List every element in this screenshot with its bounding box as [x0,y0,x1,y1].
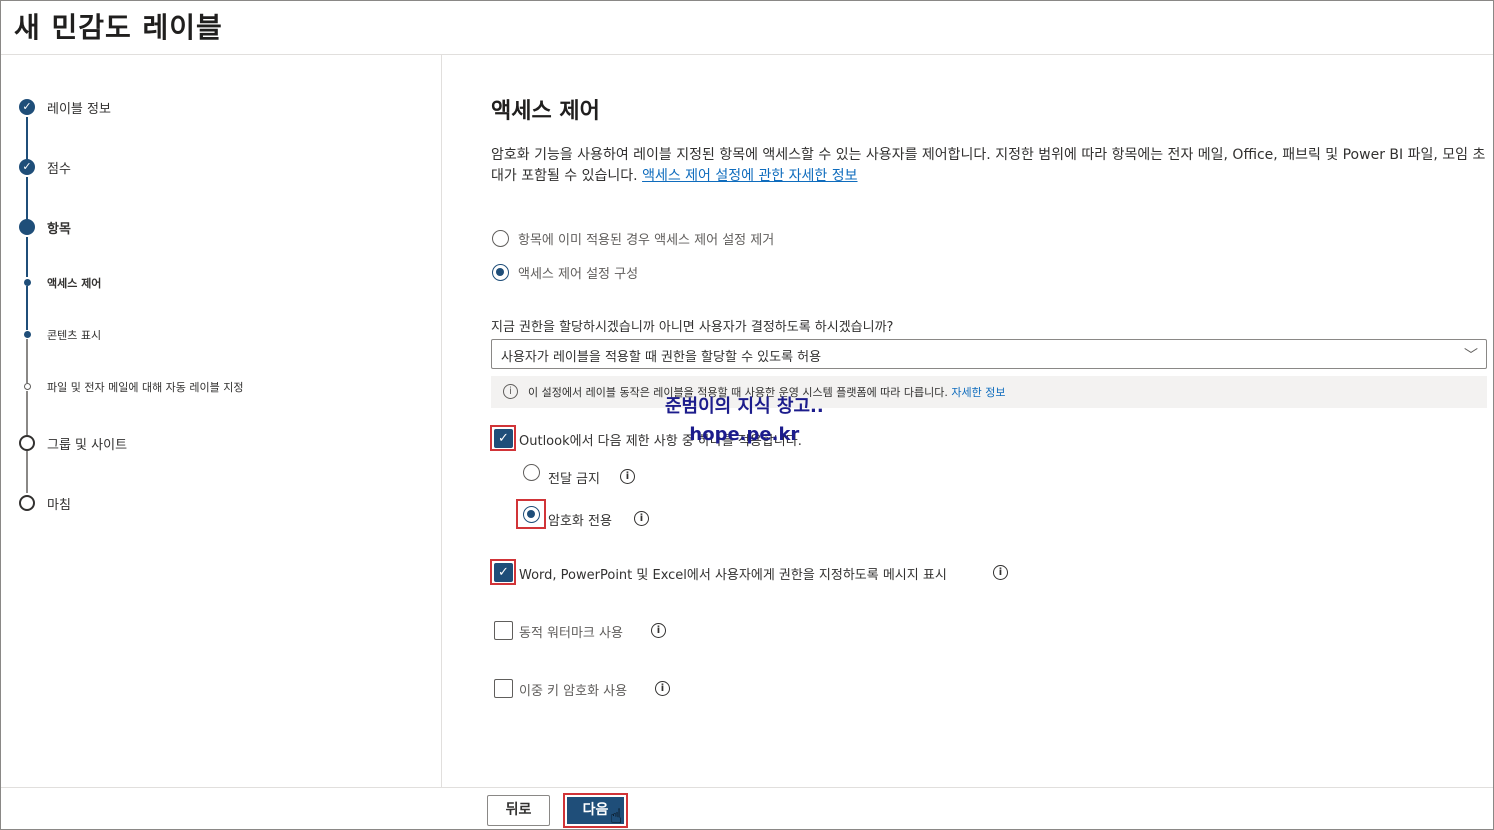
step-connector [26,391,28,435]
step-todo-circle-icon [19,495,35,511]
office-prompt-checkbox[interactable]: ✓ [494,563,513,582]
step-label-groups-sites[interactable]: 그룹 및 사이트 [47,434,127,453]
info-message-bar: i 이 설정에서 레이블 동작은 레이블을 적용할 때 사용한 운영 시스템 플… [491,376,1487,408]
step-done-check-icon: ✓ [19,99,35,115]
main-content: 액세스 제어 암호화 기능을 사용하여 레이블 지정된 항목에 액세스할 수 있… [443,55,1493,787]
step-connector [26,451,28,493]
step-connector [26,286,28,330]
assign-permissions-dropdown[interactable]: 사용자가 레이블을 적용할 때 권한을 할당할 수 있도록 허용 ﹀ [491,339,1487,369]
section-title: 액세스 제어 [491,99,600,124]
do-not-forward-label: 전달 금지 [548,472,600,487]
substep-label-auto-labeling[interactable]: 파일 및 전자 메일에 대해 자동 레이블 지정 [47,379,244,395]
outlook-restrictions-checkbox[interactable]: ✓ [494,429,513,448]
encrypt-only-label: 암호화 전용 [548,514,612,529]
footer-bar: 뒤로 다음 ☝ [1,787,1493,829]
step-done-check-icon: ✓ [19,159,35,175]
dropdown-selected-value: 사용자가 레이블을 적용할 때 권한을 할당할 수 있도록 허용 [501,350,822,365]
double-key-label: 이중 키 암호화 사용 [519,684,628,699]
office-prompt-label: Word, PowerPoint 및 Excel에서 사용자에게 권한을 지정하… [519,568,947,583]
page-title: 새 민감도 레이블 [14,11,223,44]
info-icon[interactable]: i [655,681,670,696]
watermark-line: 준범이의 지식 창고.. [665,396,824,417]
step-connector [26,117,28,161]
step-current-dot-icon [19,219,35,235]
remove-access-control-radio[interactable] [492,230,509,247]
learn-more-link[interactable]: 액세스 제어 설정에 관한 자세한 정보 [642,168,857,184]
step-label-finish[interactable]: 마침 [47,494,71,513]
info-icon: i [503,384,518,399]
double-key-checkbox[interactable] [494,679,513,698]
dynamic-watermark-checkbox[interactable] [494,621,513,640]
step-label-items[interactable]: 항목 [47,218,71,237]
step-connector [26,339,28,383]
configure-access-control-radio[interactable] [492,264,509,281]
hand-cursor-icon: ☝ [610,804,623,828]
substep-empty-dot-icon [24,383,31,390]
dynamic-watermark-label: 동적 워터마크 사용 [519,626,623,641]
configure-access-control-label: 액세스 제어 설정 구성 [518,267,639,282]
substep-dot-icon [24,331,31,338]
substep-label-access-control[interactable]: 액세스 제어 [47,275,101,291]
assign-permissions-question: 지금 권한을 할당하시겠습니까 아니면 사용자가 결정하도록 하시겠습니까? [491,320,894,335]
info-icon[interactable]: i [634,511,649,526]
substep-label-content-marking[interactable]: 콘텐츠 표시 [47,327,101,343]
step-label-scope[interactable]: 점수 [47,158,71,177]
info-icon[interactable]: i [651,623,666,638]
overlay-watermark: 준범이의 지식 창고.. hope.pe.kr [665,393,824,449]
encrypt-only-radio[interactable] [523,506,540,523]
substep-current-dot-icon [24,279,31,286]
remove-access-control-label: 항목에 이미 적용된 경우 액세스 제어 설정 제거 [518,233,775,248]
info-icon[interactable]: i [993,565,1008,580]
section-description: 암호화 기능을 사용하여 레이블 지정된 항목에 액세스할 수 있는 사용자를 … [491,145,1491,187]
step-connector [26,237,28,277]
info-learn-more-link[interactable]: 자세한 정보 [951,386,1005,399]
description-text: 암호화 기능을 사용하여 레이블 지정된 항목에 액세스할 수 있는 사용자를 … [491,147,1486,184]
watermark-line: hope.pe.kr [689,424,800,445]
do-not-forward-radio[interactable] [523,464,540,481]
chevron-down-icon: ﹀ [1464,348,1478,364]
wizard-nav: ✓ 레이블 정보 ✓ 점수 항목 액세스 제어 콘텐츠 표시 파일 및 전자 메… [1,55,442,787]
info-icon[interactable]: i [620,469,635,484]
step-connector [26,177,28,221]
step-label-label-info[interactable]: 레이블 정보 [47,98,111,117]
back-button[interactable]: 뒤로 [487,795,550,826]
step-todo-circle-icon [19,435,35,451]
